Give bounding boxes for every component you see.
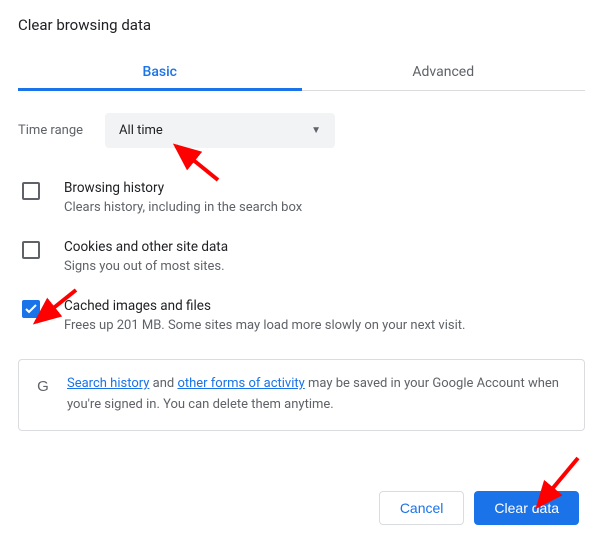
chevron-down-icon: ▼: [311, 125, 321, 136]
checkbox-history[interactable]: [22, 182, 40, 200]
timerange-row: Time range All time ▼: [18, 113, 585, 148]
tab-bar: Basic Advanced: [18, 52, 585, 91]
option-sub: Signs you out of most sites.: [64, 259, 585, 274]
checkbox-cache[interactable]: [22, 300, 40, 318]
button-row: Cancel Clear data: [18, 491, 585, 525]
option-sub: Frees up 201 MB. Some sites may load mor…: [64, 318, 585, 333]
info-mid: and: [149, 376, 177, 391]
option-sub: Clears history, including in the search …: [64, 200, 585, 215]
info-box: G Search history and other forms of acti…: [18, 359, 585, 431]
clear-data-button[interactable]: Clear data: [474, 491, 579, 525]
option-browsing-history[interactable]: Browsing history Clears history, includi…: [18, 168, 585, 227]
timerange-select[interactable]: All time ▼: [105, 113, 335, 148]
timerange-label: Time range: [18, 123, 83, 138]
option-cookies[interactable]: Cookies and other site data Signs you ou…: [18, 227, 585, 286]
checkbox-cookies[interactable]: [22, 241, 40, 259]
tab-basic[interactable]: Basic: [18, 52, 302, 90]
option-cache[interactable]: Cached images and files Frees up 201 MB.…: [18, 286, 585, 345]
link-search-history[interactable]: Search history: [67, 376, 149, 391]
link-other-activity[interactable]: other forms of activity: [177, 376, 304, 391]
option-title: Cookies and other site data: [64, 239, 585, 255]
option-title: Browsing history: [64, 180, 585, 196]
info-text: Search history and other forms of activi…: [67, 374, 570, 416]
google-icon: G: [33, 376, 53, 396]
option-title: Cached images and files: [64, 298, 585, 314]
dialog-title: Clear browsing data: [18, 16, 585, 34]
timerange-value: All time: [119, 123, 163, 138]
cancel-button[interactable]: Cancel: [379, 491, 465, 525]
tab-advanced[interactable]: Advanced: [302, 52, 586, 90]
